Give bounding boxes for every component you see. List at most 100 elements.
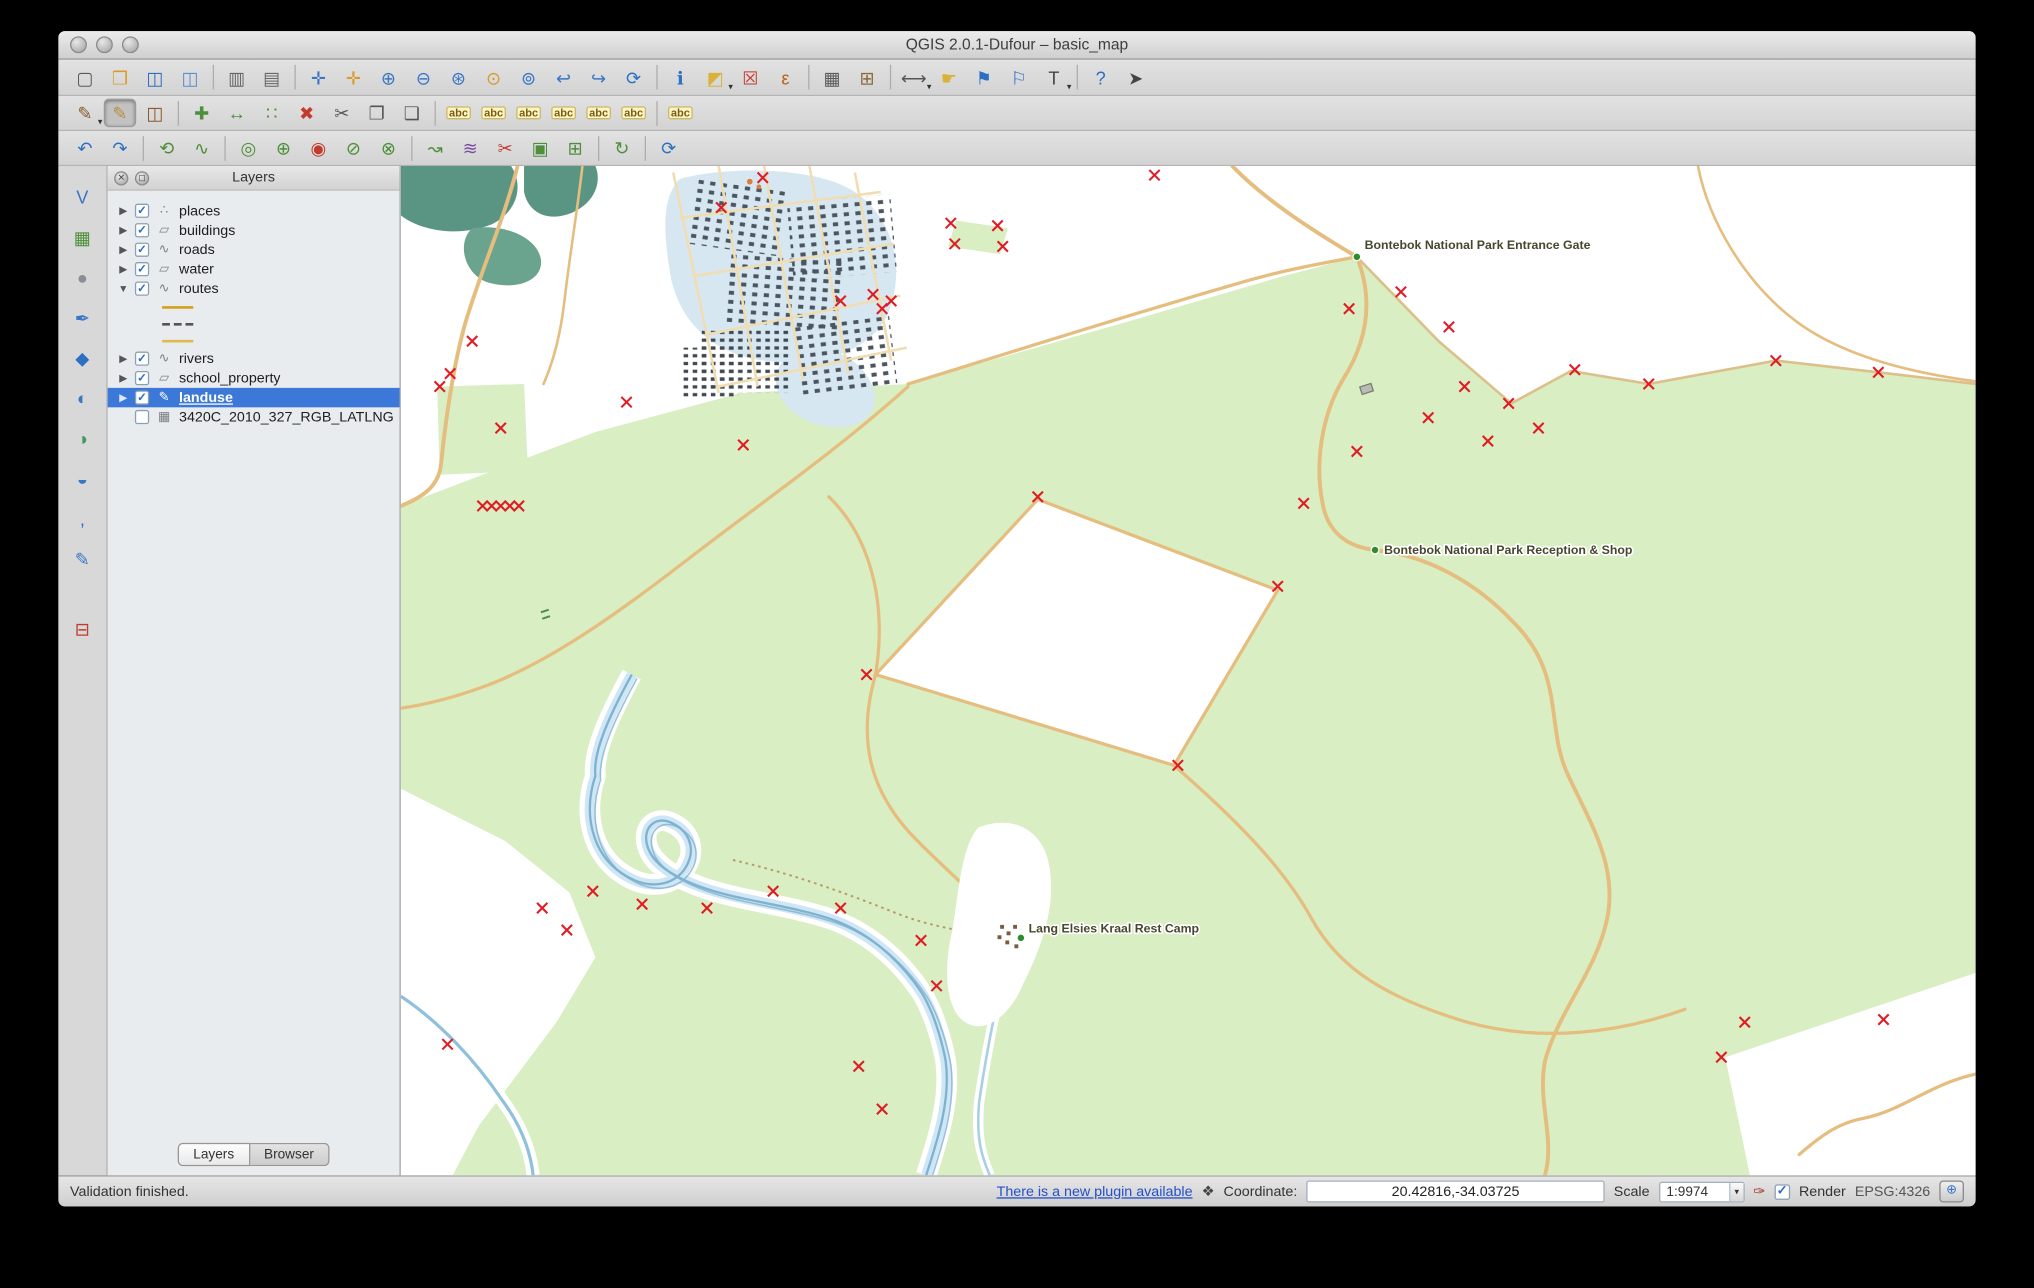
merge-attributes-icon[interactable]: ⊞ [559,134,591,163]
toggle-editing-icon[interactable]: ✎ [104,99,136,128]
render-checkbox[interactable]: ✓ [1774,1184,1790,1200]
copy-features-icon[interactable]: ❐ [361,99,393,128]
attribute-table-icon[interactable]: ▦ [816,63,848,92]
pan-map-icon[interactable]: ✛ [302,63,334,92]
annotation-icon[interactable]: T▾ [1038,63,1070,92]
label-properties-icon[interactable]: abc [664,99,696,128]
titlebar[interactable]: QGIS 2.0.1-Dufour – basic_map [58,31,1975,60]
add-mssql-layer-icon[interactable]: ◆ [66,342,100,373]
layer-item-places[interactable]: ▶✓∴places [108,201,400,220]
save-project-as-icon[interactable]: ◫ [174,63,206,92]
expand-arrow-icon[interactable]: ▼ [117,283,130,295]
expand-arrow-icon[interactable]: ▶ [117,263,130,275]
new-bookmark-icon[interactable]: ⚑ [968,63,1000,92]
expand-arrow-icon[interactable]: ▶ [117,224,130,236]
add-ring-icon[interactable]: ◎ [232,134,264,163]
add-wcs-layer-icon[interactable]: ◑ [66,423,100,454]
rotate-feature-icon[interactable]: ⟲ [150,134,182,163]
layer-item-rivers[interactable]: ▶✓∿rivers [108,349,400,368]
split-features-icon[interactable]: ✂ [489,134,521,163]
layer-visibility-checkbox[interactable]: ✓ [135,243,149,257]
dropdown-arrow-icon[interactable]: ▾ [927,81,932,91]
layer-item-school_property[interactable]: ▶✓▱school_property [108,368,400,387]
deselect-features-icon[interactable]: ☒ [734,63,766,92]
plugin-link[interactable]: There is a new plugin available [997,1184,1193,1200]
layer-visibility-checkbox[interactable]: ✓ [135,371,149,385]
merge-features-icon[interactable]: ▣ [524,134,556,163]
label-pin-icon[interactable]: abc [477,99,509,128]
save-layer-edits-icon[interactable]: ◫ [139,99,171,128]
label-highlight-icon[interactable]: abc [512,99,544,128]
layer-item-buildings[interactable]: ▶✓▱buildings [108,221,400,240]
render-paint-icon[interactable]: ✑ [1753,1183,1765,1200]
remove-layer-icon[interactable]: ⊟ [66,614,100,645]
add-wms-layer-icon[interactable]: ◐ [66,383,100,414]
offset-curve-icon[interactable]: ≋ [454,134,486,163]
close-button[interactable] [70,36,87,53]
minimize-button[interactable] [96,36,113,53]
select-features-icon[interactable]: ◩▾ [699,63,731,92]
layer-visibility-checkbox[interactable]: ✓ [135,204,149,218]
layer-item-routes[interactable]: ▼✓∿routes [108,279,400,298]
add-vector-layer-icon[interactable]: V [66,182,100,213]
plugin-icon[interactable]: ❖ [1202,1183,1215,1200]
labeling-icon[interactable]: abc [442,99,474,128]
delete-ring-icon[interactable]: ⊘ [337,134,369,163]
add-part-icon[interactable]: ⊕ [267,134,299,163]
simplify-feature-icon[interactable]: ∿ [185,134,217,163]
new-shapefile-layer-icon[interactable]: ✎ [66,544,100,575]
add-spatialite-layer-icon[interactable]: ✒ [66,302,100,333]
expand-arrow-icon[interactable]: ▶ [117,205,130,217]
layer-item-water[interactable]: ▶✓▱water [108,259,400,278]
dropdown-arrow-icon[interactable]: ▾ [1067,81,1072,91]
new-composer-icon[interactable]: ▥ [221,63,253,92]
layer-visibility-checkbox[interactable]: ✓ [135,390,149,404]
add-postgis-layer-icon[interactable]: ● [66,262,100,293]
reshape-features-icon[interactable]: ↝ [419,134,451,163]
add-wfs-layer-icon[interactable]: ◒ [66,463,100,494]
layer-visibility-checkbox[interactable]: ✓ [135,281,149,295]
label-rotate-icon[interactable]: abc [582,99,614,128]
offset-point-symbols-icon[interactable]: ⟳ [652,134,684,163]
layer-item-roads[interactable]: ▶✓∿roads [108,240,400,259]
panel-tab-layers[interactable]: Layers [178,1143,250,1166]
zoom-out-icon[interactable]: ⊖ [407,63,439,92]
expand-arrow-icon[interactable]: ▶ [117,244,130,256]
zoom-to-selection-icon[interactable]: ⊙ [477,63,509,92]
measure-icon[interactable]: ⟷▾ [898,63,930,92]
node-tool-icon[interactable]: ∷ [256,99,288,128]
open-project-icon[interactable]: ❒ [104,63,136,92]
add-delimited-text-layer-icon[interactable]: , [66,503,100,534]
layer-visibility-checkbox[interactable]: ✓ [135,352,149,366]
help-icon[interactable]: ? [1084,63,1116,92]
paste-features-icon[interactable]: ❏ [396,99,428,128]
routes-symbol-row[interactable] [108,315,400,332]
layer-item-landuse[interactable]: ▶✓✎landuse [108,388,400,407]
refresh-icon[interactable]: ⟳ [617,63,649,92]
layer-visibility-checkbox[interactable] [135,410,149,424]
identify-icon[interactable]: ℹ [664,63,696,92]
select-by-expression-icon[interactable]: ε [769,63,801,92]
fill-ring-icon[interactable]: ◉ [302,134,334,163]
move-feature-icon[interactable]: ↔ [221,99,253,128]
rotate-point-symbols-icon[interactable]: ↻ [606,134,638,163]
delete-part-icon[interactable]: ⊗ [372,134,404,163]
redo-icon[interactable]: ↷ [104,134,136,163]
new-project-icon[interactable]: ▢ [69,63,101,92]
map-canvas[interactable]: Bontebok National Park Entrance GateBont… [401,166,1976,1175]
layer-visibility-checkbox[interactable]: ✓ [135,262,149,276]
whats-this-icon[interactable]: ➤ [1119,63,1151,92]
current-edits-icon[interactable]: ✎▾ [69,99,101,128]
add-raster-layer-icon[interactable]: ▦ [66,222,100,253]
cut-features-icon[interactable]: ✂ [326,99,358,128]
expand-arrow-icon[interactable]: ▶ [117,353,130,365]
zoom-full-icon[interactable]: ⊛ [442,63,474,92]
composer-manager-icon[interactable]: ▤ [256,63,288,92]
add-feature-icon[interactable]: ✚ [185,99,217,128]
map-tips-icon[interactable]: ☛ [933,63,965,92]
zoom-next-icon[interactable]: ↪ [582,63,614,92]
zoom-to-layer-icon[interactable]: ⊚ [512,63,544,92]
expand-arrow-icon[interactable]: ▶ [117,392,130,404]
dropdown-arrow-icon[interactable]: ▾ [728,81,733,91]
routes-symbol-row[interactable] [108,298,400,315]
